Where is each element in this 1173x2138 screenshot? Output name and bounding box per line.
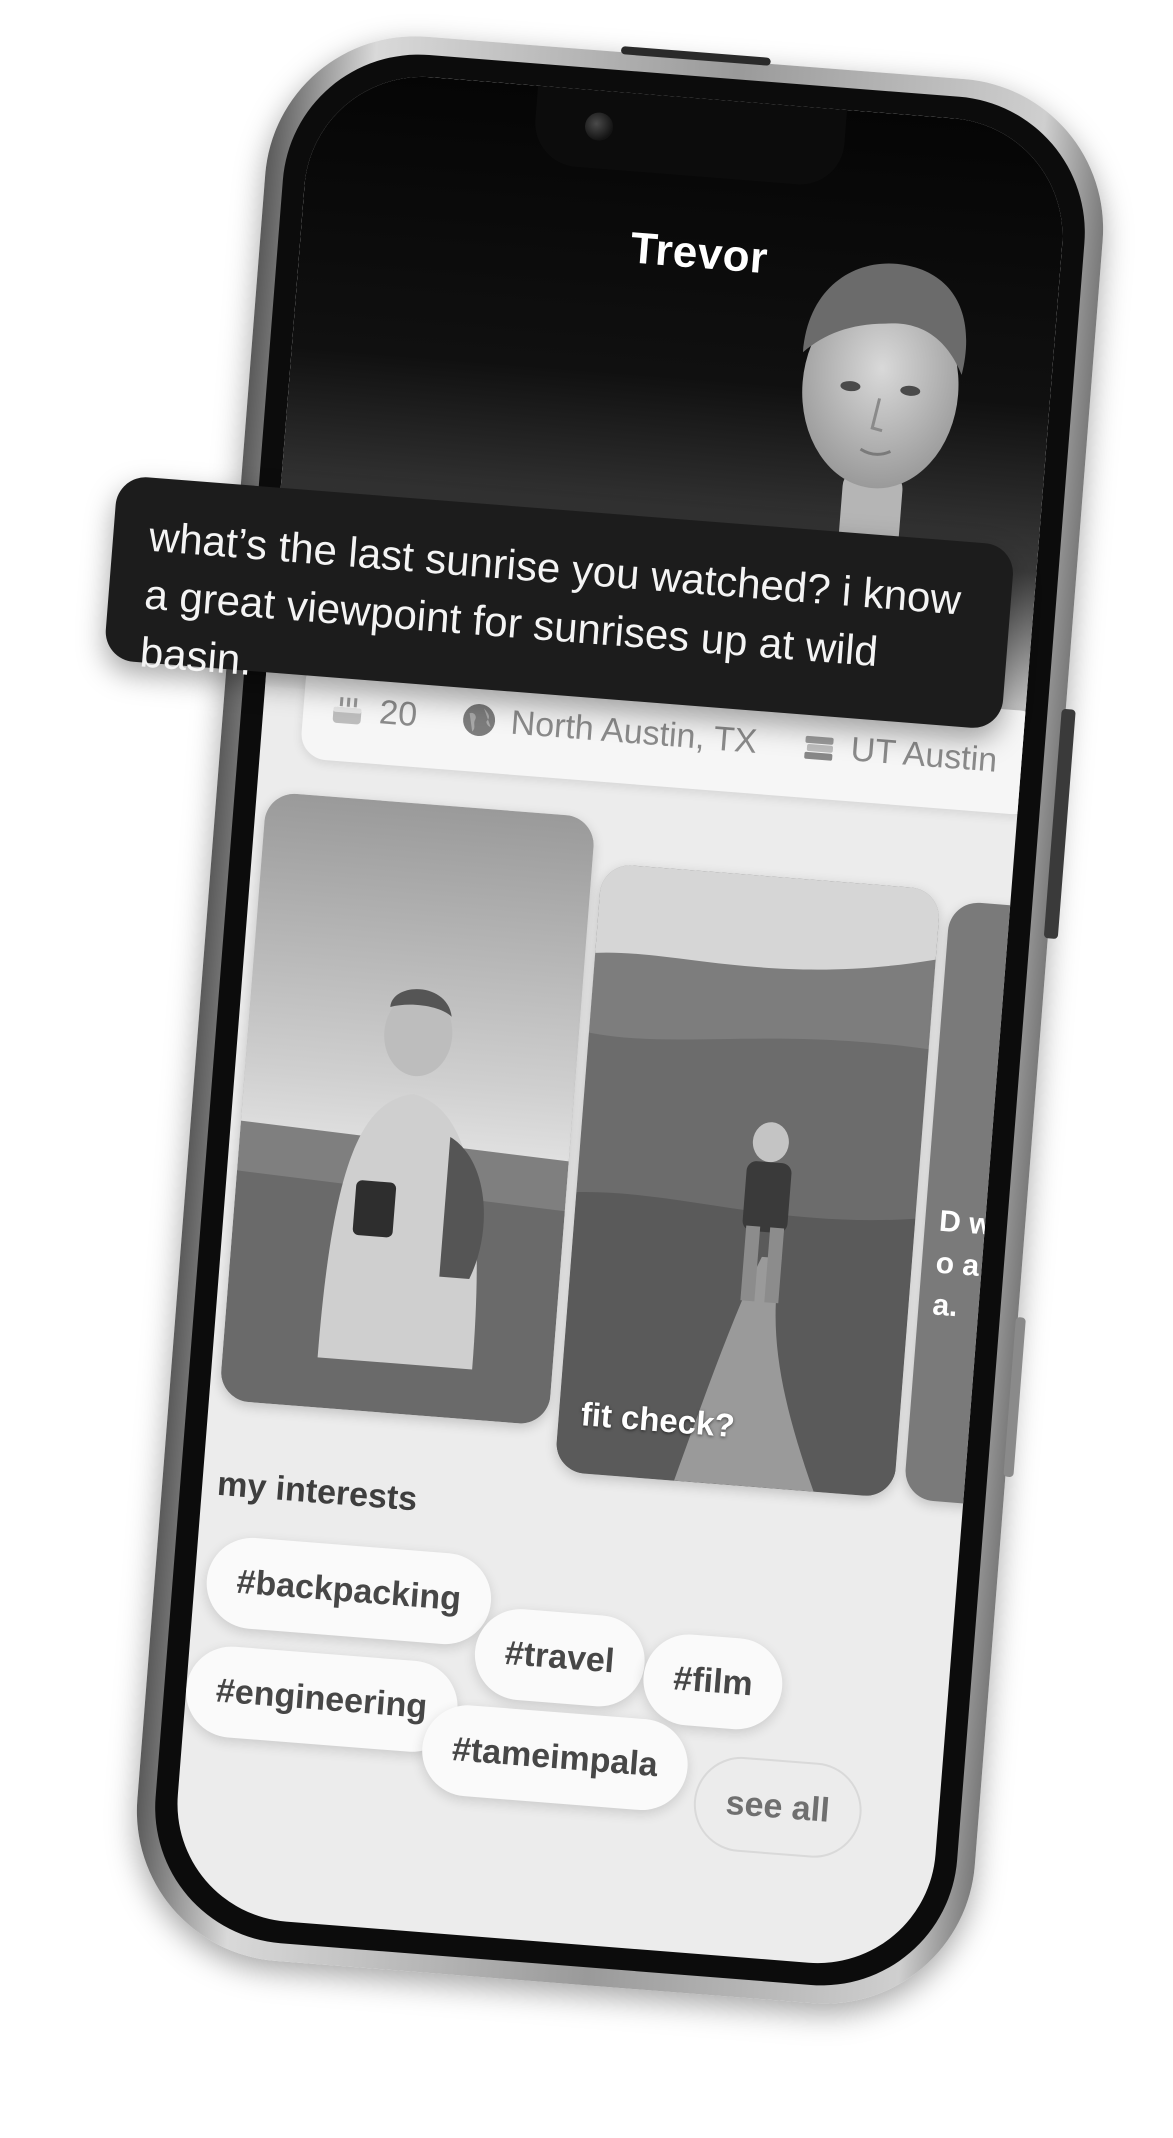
location-stat: North Austin, TX [459, 699, 759, 761]
phone-device: Trevor 20 North Austin, TX UT Austin fit… [125, 25, 1115, 2015]
birthday-cake-icon [332, 697, 362, 725]
profile-photo-2[interactable]: fit check? [554, 863, 942, 1498]
profile-photo-1[interactable] [218, 791, 596, 1426]
interest-tag-engineering[interactable]: #engineering [182, 1643, 461, 1756]
interests-heading: my interests [215, 1464, 419, 1519]
stat-divider [436, 688, 442, 745]
school-stat: UT Austin [799, 726, 999, 780]
interest-tag-tameimpala[interactable]: #tameimpala [418, 1701, 692, 1814]
stat-divider [776, 715, 782, 772]
books-icon [804, 735, 834, 761]
school-value: UT Austin [849, 729, 999, 780]
front-camera-icon [583, 111, 615, 142]
interest-tag-backpacking[interactable]: #backpacking [203, 1534, 495, 1648]
photo-hiker-portrait [218, 791, 596, 1426]
app-screen: Trevor 20 North Austin, TX UT Austin fit… [168, 68, 1072, 1972]
age-value: 20 [377, 692, 419, 734]
interest-tag-travel[interactable]: #travel [471, 1605, 648, 1710]
interest-tag-film[interactable]: #film [640, 1631, 787, 1733]
location-value: North Austin, TX [509, 703, 759, 761]
globe-icon [462, 704, 495, 737]
age-stat: 20 [328, 689, 419, 735]
see-all-interests-button[interactable]: see all [690, 1753, 866, 1862]
